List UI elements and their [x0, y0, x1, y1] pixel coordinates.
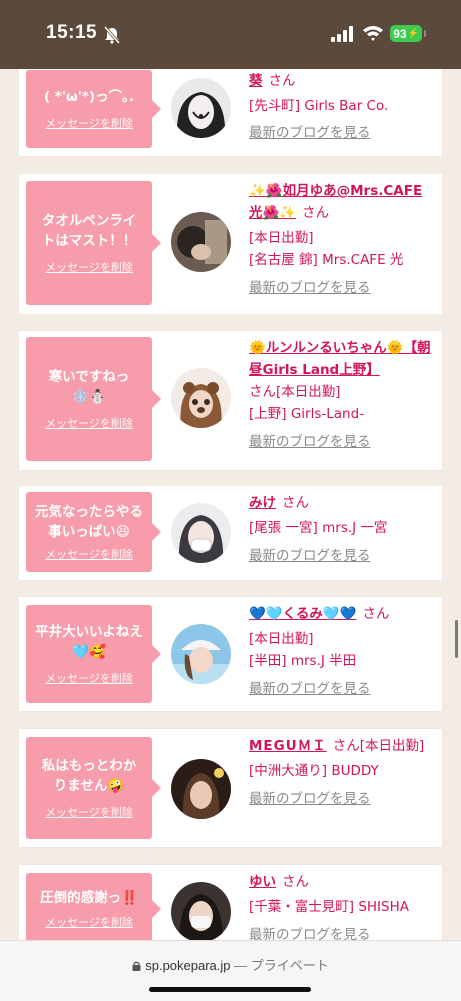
latest-blog-link[interactable]: 最新のブログを見る [249, 122, 435, 144]
message-bubble: 元気なったらやる事いっぱい😆 メッセージを削除 [26, 492, 161, 572]
latest-blog-link[interactable]: 最新のブログを見る [249, 788, 435, 810]
shop-info: [尾張 一宮] mrs.J 一宮 [249, 520, 388, 536]
latest-blog-link[interactable]: 最新のブログを見る [249, 431, 435, 453]
honorific: さん [268, 73, 296, 89]
shop-info: [先斗町] Girls Bar Co. [249, 98, 389, 114]
honorific: さん [282, 495, 309, 511]
avatar[interactable] [171, 368, 231, 428]
attendance-status: [本日出勤] [276, 384, 341, 400]
honorific: さん [282, 874, 309, 890]
message-text: タオルペンライトはマスト！！ [41, 213, 137, 249]
url-domain: sp.pokepara.jp [145, 958, 231, 973]
cast-name-link[interactable]: 🌞ルンルンるいちゃん🌞【朝昼Girls Land上野】 [249, 340, 431, 378]
message-card: 元気なったらやる事いっぱい😆 メッセージを削除 みけ さん [尾張 一宮] mrs… [19, 486, 442, 580]
avatar[interactable] [171, 212, 231, 272]
delete-message-link[interactable]: メッセージを削除 [45, 670, 133, 686]
avatar[interactable] [171, 624, 231, 684]
cast-name-link[interactable]: MEGUＭＩ [249, 738, 327, 754]
honorific: さん [249, 384, 276, 400]
message-card: タオルペンライトはマスト！！ メッセージを削除 ✨🌺如月ゆあ@Mrs.CAFE光… [19, 174, 442, 314]
message-card: 寒いですねっ❄️⛄ メッセージを削除 🌞ルンルンるいちゃん🌞【朝昼Girls L… [19, 331, 442, 470]
honorific: さん [332, 738, 360, 754]
attendance-status: [本日出勤] [249, 230, 314, 246]
battery-level: 93 [393, 26, 407, 41]
status-bar: 15:15 93 ⚡ [0, 0, 461, 69]
attendance-status: [本日出勤] [359, 738, 425, 754]
delete-message-link[interactable]: メッセージを削除 [45, 415, 133, 431]
scrollbar[interactable] [455, 620, 458, 658]
name-suffix-line: さん[本日出勤] [249, 381, 435, 403]
cellular-signal-icon [331, 26, 353, 42]
lock-icon [132, 961, 141, 971]
message-bubble: 圧倒的感謝っ‼️ メッセージを削除 [26, 873, 161, 945]
shop-info: [名古屋 錦] Mrs.CAFE 光 [249, 252, 404, 268]
latest-blog-link[interactable]: 最新のブログを見る [249, 678, 435, 700]
latest-blog-link[interactable]: 最新のブログを見る [249, 545, 435, 567]
avatar[interactable] [171, 759, 231, 819]
message-text: 圧倒的感謝っ‼️ [40, 890, 138, 906]
shop-info: [半田] mrs.J 半田 [249, 653, 357, 669]
message-bubble: 平井大いいよねえ🩵🥰 メッセージを削除 [26, 605, 161, 703]
honorific: さん [362, 606, 390, 622]
avatar[interactable] [171, 882, 231, 942]
message-text: 寒いですねっ❄️⛄ [48, 369, 130, 405]
clock: 15:15 [46, 22, 98, 43]
message-bubble: 寒いですねっ❄️⛄ メッセージを削除 [26, 337, 161, 461]
url-separator: — [230, 958, 251, 973]
delete-message-link[interactable]: メッセージを削除 [45, 804, 133, 820]
battery-icon: 93 ⚡ [390, 25, 426, 42]
shop-info: [中洲大通り] BUDDY [249, 763, 379, 779]
charging-bolt-icon: ⚡ [407, 28, 419, 38]
delete-message-link[interactable]: メッセージを削除 [45, 115, 133, 131]
wifi-icon [363, 26, 383, 41]
message-bubble: ( *'ω'*)っ⌒｡. メッセージを削除 [26, 70, 161, 148]
latest-blog-link[interactable]: 最新のブログを見る [249, 277, 435, 299]
avatar[interactable] [171, 503, 231, 563]
message-text: ( *'ω'*)っ⌒｡. [43, 89, 135, 105]
cast-name-link[interactable]: 💙🩵くるみ🩵💙 [249, 606, 356, 622]
honorific: さん [302, 205, 330, 221]
url-display[interactable]: sp.pokepara.jp — プライベート [0, 955, 461, 974]
delete-message-link[interactable]: メッセージを削除 [45, 546, 133, 562]
message-text: 平井大いいよねえ🩵🥰 [35, 624, 143, 660]
attendance-status: [本日出勤] [249, 631, 314, 647]
delete-message-link[interactable]: メッセージを削除 [45, 914, 133, 930]
message-bubble: タオルペンライトはマスト！！ メッセージを削除 [26, 181, 161, 305]
bell-muted-icon [103, 26, 121, 44]
message-card: 私はもっとわかりません🤪 メッセージを削除 MEGUＭＩ さん[本日出勤] [中洲… [19, 729, 442, 847]
delete-message-link[interactable]: メッセージを削除 [45, 259, 133, 275]
shop-info: [千葉・富士見町] SHISHA [249, 899, 409, 915]
cast-name-link[interactable]: ゆい [249, 874, 276, 890]
shop-info: [上野] Girls-Land- [249, 406, 365, 422]
message-bubble: 私はもっとわかりません🤪 メッセージを削除 [26, 737, 161, 839]
message-text: 元気なったらやる事いっぱい😆 [35, 504, 143, 540]
home-indicator[interactable] [149, 987, 311, 992]
message-card: ( *'ω'*)っ⌒｡. メッセージを削除 葵さん [先斗町] Girls Ba… [19, 58, 442, 156]
cast-name-link[interactable]: 葵 [249, 73, 263, 89]
cast-name-link[interactable]: みけ [249, 495, 276, 511]
message-card: 平井大いいよねえ🩵🥰 メッセージを削除 💙🩵くるみ🩵💙 さん [本日出勤] [半田… [19, 597, 442, 711]
private-mode-label: プライベート [250, 958, 329, 973]
cast-name-link[interactable]: ✨🌺如月ゆあ@Mrs.CAFE光🌺✨ [249, 183, 422, 221]
avatar[interactable] [171, 78, 231, 138]
message-text: 私はもっとわかりません🤪 [41, 758, 137, 794]
